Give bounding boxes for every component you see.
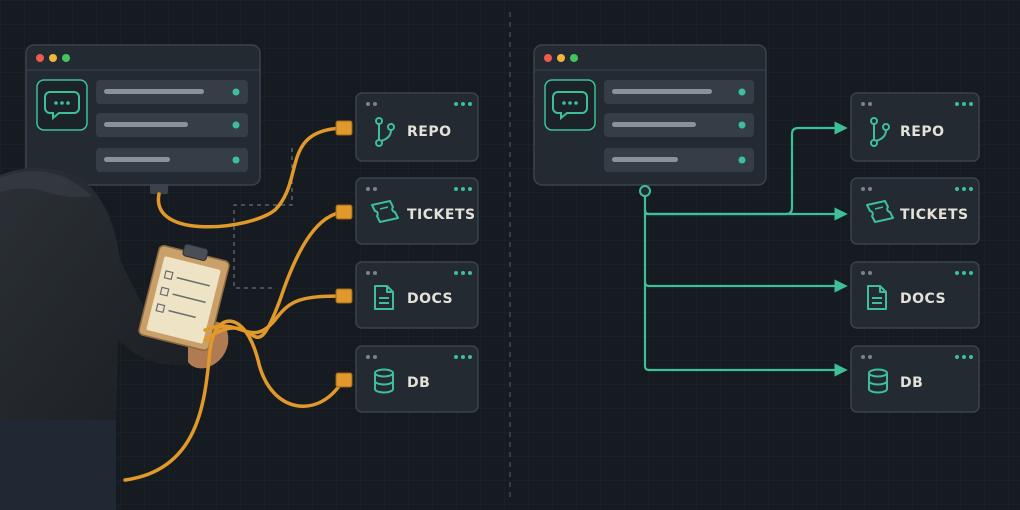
chat-message-row [604, 113, 754, 137]
left-db-label: DB [407, 375, 431, 391]
router-node [639, 185, 651, 197]
chat-bubble-icon [36, 79, 88, 131]
chat-message-row [96, 80, 248, 104]
chat-bubble-icon [544, 79, 596, 131]
left-repo-label: REPO [407, 124, 452, 140]
right-db-label: DB [900, 375, 924, 391]
right-chat-window [533, 44, 767, 186]
left-tickets-label: TICKETS [407, 207, 476, 223]
window-close-dot [544, 54, 552, 62]
left-docs-label: DOCS [407, 291, 454, 307]
chat-message-row [96, 148, 248, 172]
window-minimize-dot [557, 54, 565, 62]
chat-message-row [96, 113, 248, 137]
chat-message-row [604, 80, 754, 104]
right-tickets-label: TICKETS [900, 207, 969, 223]
window-close-dot [36, 54, 44, 62]
diagram-canvas [0, 0, 1020, 510]
right-docs-label: DOCS [900, 291, 947, 307]
diagram-stage: REPO TICKETS DOCS DB REPO TICKETS DOCS D… [0, 0, 1020, 510]
chat-message-row [604, 148, 754, 172]
right-repo-label: REPO [900, 124, 945, 140]
window-maximize-dot [62, 54, 70, 62]
window-maximize-dot [570, 54, 578, 62]
window-minimize-dot [49, 54, 57, 62]
